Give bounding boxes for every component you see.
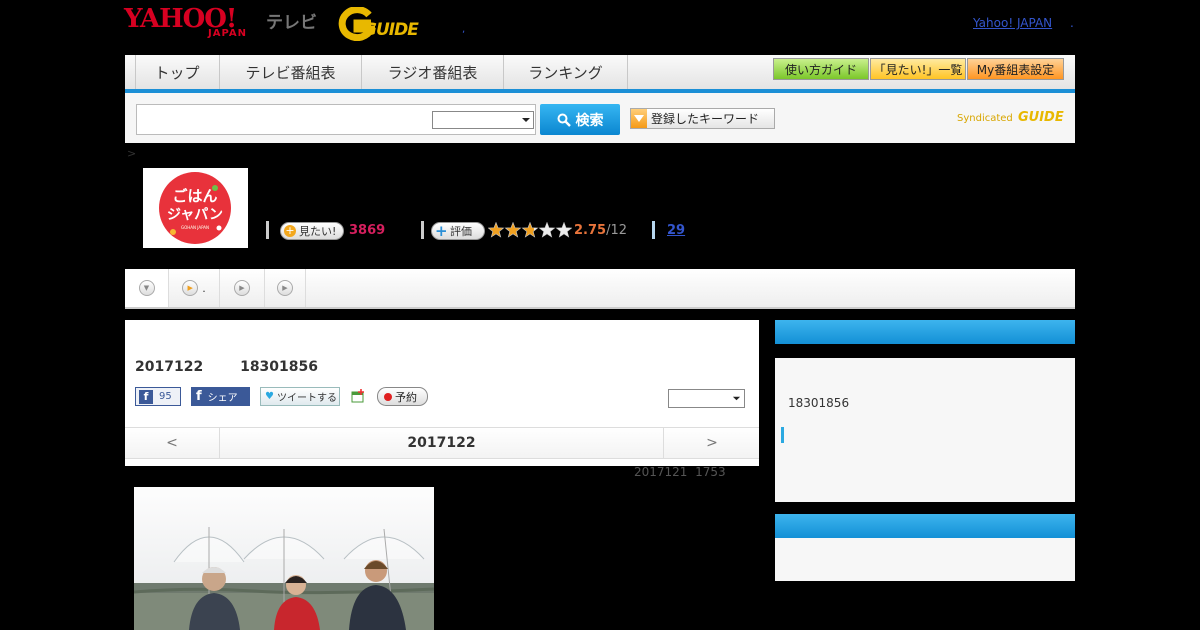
program-tabbar: ▼ ▶ . ▶ ▶ <box>125 269 1075 309</box>
episode-datetime: 2017122 18301856 <box>135 359 318 375</box>
pager-prev[interactable]: < <box>125 428 220 458</box>
star-icon <box>521 222 539 238</box>
plus-icon: + <box>284 224 296 237</box>
facebook-share-button[interactable]: f シェア <box>191 387 250 406</box>
episode-panel: 2017122 18301856 f 95 f シェア ♥ ツイートする 予約 … <box>125 320 759 466</box>
program-photo-image <box>134 487 434 630</box>
episode-date: 2017122 <box>135 359 204 375</box>
episode-select[interactable] <box>668 389 745 408</box>
pager-date: 2017122 <box>407 435 476 451</box>
twitter-icon: ♥ <box>265 391 274 402</box>
gohan-japan-logo: ごはん ジャパン GOHAN JAPAN <box>159 172 231 244</box>
facebook-icon: f <box>196 389 202 404</box>
mitai-label: 見たい! <box>299 225 337 238</box>
sidebar-time: 18301856 <box>788 396 850 410</box>
my-schedule-button[interactable]: My番組表設定 <box>967 58 1064 80</box>
nav-tab-radio[interactable]: ラジオ番組表 <box>362 55 504 89</box>
syndicated-label: Syndicated <box>957 113 1013 124</box>
calendar-add-button[interactable] <box>351 387 367 406</box>
search-icon <box>557 113 571 127</box>
record-icon <box>384 392 392 401</box>
updated-timestamp: 2017121 1753 <box>634 465 726 479</box>
search-button-label: 検索 <box>575 112 604 129</box>
comment-count-link[interactable]: 29 <box>667 223 685 238</box>
gguide-word: GUIDE <box>363 20 419 40</box>
mitai-list-button[interactable]: 「見たい!」一覧 <box>870 58 966 80</box>
tab-2[interactable]: ▶ . <box>169 269 220 307</box>
star-icon <box>488 222 505 238</box>
facebook-share-label: シェア <box>207 393 238 404</box>
mitai-count: 3869 <box>349 223 386 238</box>
program-photo <box>134 487 434 630</box>
sidebar-broadcast-panel: 18301856 <box>775 320 1075 502</box>
play-icon: ▶ <box>234 280 250 296</box>
rating-button[interactable]: + 評価 <box>431 222 485 240</box>
tweet-label: ツイートする <box>276 393 337 404</box>
reserve-button[interactable]: 予約 <box>377 387 428 406</box>
tab-4[interactable]: ▶ <box>265 269 306 307</box>
search-button[interactable]: 検索 <box>540 104 620 135</box>
plus-icon: + <box>435 222 448 240</box>
tab-2-label: . <box>202 281 206 295</box>
nav-tab-ranking[interactable]: ランキング <box>504 55 628 89</box>
svg-text:ごはん: ごはん <box>172 187 217 205</box>
sidebar-panel-header <box>775 320 1075 344</box>
stat-separator <box>266 221 269 239</box>
syndicated-gguide: Syndicated GUIDE <box>957 110 1064 125</box>
logo-sub: JAPAN <box>208 28 247 39</box>
pager-next[interactable]: > <box>663 428 760 458</box>
tweet-button[interactable]: ♥ ツイートする <box>260 387 340 406</box>
star-icon <box>504 222 522 238</box>
program-image: ごはん ジャパン GOHAN JAPAN <box>143 168 248 248</box>
sidebar-panel-subheader <box>775 344 1075 358</box>
facebook-count-button[interactable]: f 95 <box>135 387 181 406</box>
chevron-down-icon <box>732 396 741 401</box>
guide-button[interactable]: 使い方ガイド <box>773 58 869 80</box>
main-nav: トップ テレビ番組表 ラジオ番組表 ランキング 使い方ガイド 「見たい!」一覧 … <box>125 55 1075 93</box>
chevron-down-icon <box>522 118 530 122</box>
play-icon: ▶ <box>182 280 199 296</box>
tv-label: テレビ <box>266 13 317 33</box>
rating-score: 2.75/12 <box>574 223 627 238</box>
header-dot: , <box>462 24 466 35</box>
registered-keyword-button[interactable]: 登録したキーワード <box>630 108 775 129</box>
svg-text:ジャパン: ジャパン <box>167 207 223 223</box>
chevron-down-icon: ▼ <box>138 280 155 296</box>
facebook-count: 95 <box>159 391 172 402</box>
yahoo-japan-logo[interactable]: YAHOO! JAPAN <box>124 6 264 42</box>
stat-separator <box>652 221 655 239</box>
nav-tab-tv[interactable]: テレビ番組表 <box>220 55 362 89</box>
rating-value: 2.75 <box>574 223 607 238</box>
stat-separator <box>421 221 424 239</box>
reserve-label: 予約 <box>395 390 417 404</box>
rating-label: 評価 <box>450 225 472 238</box>
breadcrumb: > <box>127 147 137 160</box>
sidebar-panel-header <box>775 514 1075 538</box>
episode-pager: < 2017122 > <box>125 427 759 459</box>
dropdown-arrow-icon <box>631 109 647 128</box>
tab-3[interactable]: ▶ <box>220 269 265 307</box>
tab-1[interactable]: ▼ <box>125 269 169 307</box>
header-link-dot: . <box>1070 16 1074 30</box>
rating-stars <box>488 222 572 238</box>
nav-tab-top[interactable]: トップ <box>135 55 220 89</box>
facebook-icon: f <box>139 389 153 404</box>
rating-total: /12 <box>606 223 627 238</box>
gguide-logo[interactable]: GUIDE <box>335 7 435 41</box>
sidebar-marker <box>781 427 784 443</box>
calendar-add-icon <box>351 389 364 403</box>
episode-time: 18301856 <box>240 359 319 375</box>
search-category-select[interactable] <box>432 111 534 129</box>
syndicated-logo: GUIDE <box>1017 110 1064 125</box>
play-icon: ▶ <box>277 280 293 296</box>
star-icon <box>555 222 572 238</box>
star-icon <box>538 222 556 238</box>
mitai-button[interactable]: + 見たい! <box>280 222 344 240</box>
search-bar: 検索 登録したキーワード Syndicated GUIDE <box>125 93 1075 143</box>
yahoo-japan-link[interactable]: Yahoo! JAPAN <box>973 16 1052 30</box>
sidebar-secondary-panel <box>775 514 1075 581</box>
svg-text:GOHAN JAPAN: GOHAN JAPAN <box>181 225 209 230</box>
registered-keyword-label: 登録したキーワード <box>651 112 760 126</box>
